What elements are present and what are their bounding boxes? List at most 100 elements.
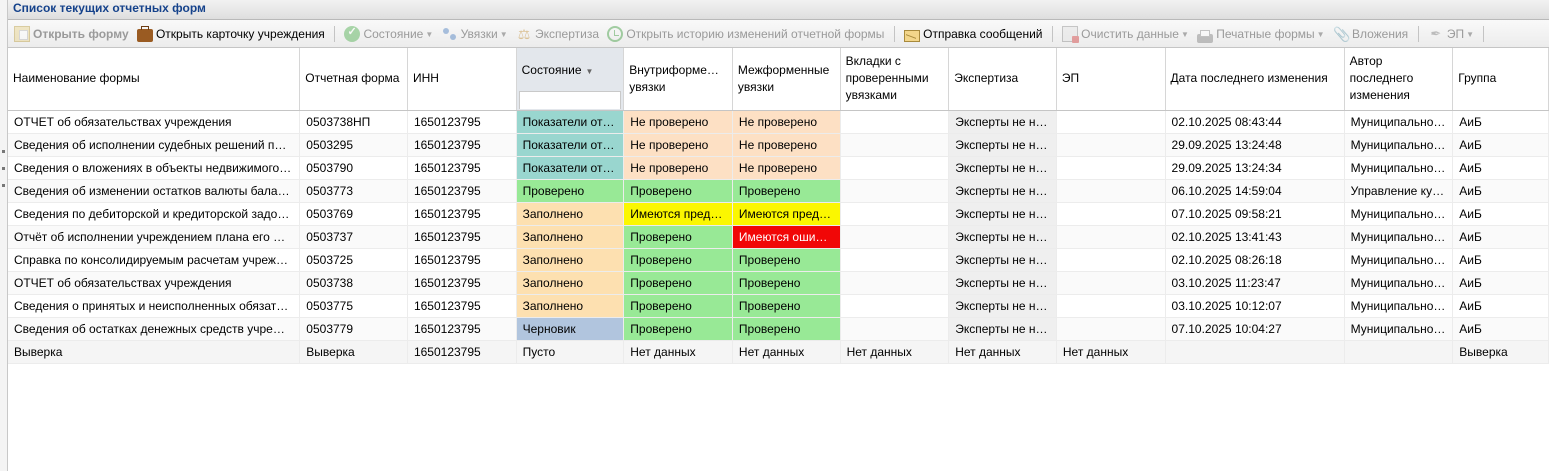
table-row[interactable]: ОТЧЕТ об обязательствах учреждения 05037…: [8, 110, 1549, 134]
cell-expertise: Эксперты не н…: [948, 317, 1057, 341]
cell-group: АиБ: [1452, 294, 1549, 318]
cell-inter-links: Не проверено: [732, 133, 841, 157]
table-row[interactable]: Сведения о принятых и неисполненных обяз…: [8, 294, 1549, 318]
column-header-name[interactable]: Наименование формы: [8, 48, 301, 111]
table-row[interactable]: Сведения об изменении остатков валюты ба…: [8, 179, 1549, 203]
column-header-ep[interactable]: ЭП: [1056, 48, 1166, 111]
toolbar: Открыть форму Открыть карточку учреждени…: [8, 20, 1549, 48]
cell-state: Пусто: [516, 340, 625, 364]
cell-inter-links: Имеются пред…: [732, 202, 841, 226]
table-row[interactable]: ОТЧЕТ об обязательствах учреждения 05037…: [8, 271, 1549, 295]
cell-ep: [1056, 225, 1166, 249]
cell-intra-links: Имеются пред…: [623, 202, 733, 226]
column-header-intra-links[interactable]: Внутриформе… увязки: [623, 48, 733, 111]
cell-checked-tabs: [840, 110, 950, 134]
cell-expertise: Эксперты не н…: [948, 202, 1057, 226]
envelope-icon: [904, 30, 921, 42]
table-row[interactable]: Сведения об остатках денежных средств уч…: [8, 317, 1549, 341]
table-row[interactable]: Сведения об исполнении судебных решений …: [8, 133, 1549, 157]
cell-ep: [1056, 271, 1166, 295]
open-card-button[interactable]: Открыть карточку учреждения: [135, 24, 327, 44]
table-row[interactable]: Отчёт об исполнении учреждением плана ег…: [8, 225, 1549, 249]
ep-menu-button[interactable]: ✒ ЭП ▼: [1426, 24, 1476, 44]
links-icon: [442, 26, 458, 42]
column-header-state[interactable]: Состояние ▼: [516, 48, 625, 111]
attachments-label: Вложения: [1351, 27, 1409, 41]
column-header-expertise[interactable]: Экспертиза: [948, 48, 1057, 111]
cell-checked-tabs: Нет данных: [840, 340, 950, 364]
cell-inn: 1650123795: [407, 156, 517, 180]
toolbar-separator: [1051, 26, 1053, 42]
cell-inn: 1650123795: [407, 271, 517, 295]
toolbar-separator: [1417, 26, 1419, 42]
cell-report-form: 0503769: [299, 202, 408, 226]
attachments-button[interactable]: 📎 Вложения: [1331, 24, 1410, 44]
cell-state: Заполнено: [516, 248, 625, 272]
column-header-label: Отчетная форма: [305, 71, 400, 86]
history-button[interactable]: Открыть историю изменений отчетной формы: [605, 24, 886, 44]
cell-intra-links: Проверено: [623, 317, 733, 341]
forms-grid: Наименование формы Отчетная форма ИНН Со…: [8, 48, 1549, 364]
cell-inter-links: Имеются ошибки: [732, 225, 841, 249]
cell-expertise: Эксперты не н…: [948, 294, 1057, 318]
cell-last-change: 02.10.2025 08:26:18: [1165, 248, 1345, 272]
clear-data-label: Очистить данные: [1081, 27, 1179, 41]
cell-state: Заполнено: [516, 225, 625, 249]
state-menu-button[interactable]: Состояние▼: [342, 24, 435, 44]
cell-checked-tabs: [840, 294, 950, 318]
toolbar-separator: [893, 26, 895, 42]
toolbar-separator: [334, 26, 336, 42]
cell-last-change: 03.10.2025 10:12:07: [1165, 294, 1345, 318]
column-header-author[interactable]: Автор последнего изменения: [1344, 48, 1454, 111]
column-header-inter-links[interactable]: Межформенные увязки: [732, 48, 841, 111]
expertise-button[interactable]: ⚖ Экспертиза: [514, 24, 601, 44]
state-filter-field[interactable]: [518, 91, 622, 109]
cell-last-change: 03.10.2025 11:23:47: [1165, 271, 1345, 295]
cell-intra-links: Не проверено: [623, 156, 733, 180]
cell-group: Выверка: [1452, 340, 1549, 364]
cell-name: Справка по консолидируемым расчетам учре…: [8, 248, 301, 272]
column-header-label: Состояние: [521, 63, 582, 77]
cell-state: Заполнено: [516, 294, 625, 318]
expertise-label: Экспертиза: [535, 27, 599, 41]
table-row[interactable]: Справка по консолидируемым расчетам учре…: [8, 248, 1549, 272]
cell-author: Муниципально…: [1344, 248, 1454, 272]
column-header-checked-tabs[interactable]: Вкладки с проверенными увязками: [840, 48, 950, 111]
column-header-label: Вкладки с: [845, 54, 901, 69]
send-messages-button[interactable]: Отправка сообщений: [902, 24, 1044, 44]
table-row[interactable]: Сведения о вложениях в объекты недвижимо…: [8, 156, 1549, 180]
signature-pen-icon: ✒: [1430, 26, 1442, 41]
cell-state: Показатели от…: [516, 133, 625, 157]
column-header-last-change[interactable]: Дата последнего изменения: [1165, 48, 1345, 111]
cell-name: Сведения о вложениях в объекты недвижимо…: [8, 156, 301, 180]
column-header-label: ИНН: [412, 71, 439, 86]
cell-state: Черновик: [516, 317, 625, 341]
cell-last-change: 02.10.2025 13:41:43: [1165, 225, 1345, 249]
table-row[interactable]: Выверка Выверка 1650123795 Пусто Нет дан…: [8, 340, 1549, 364]
clear-data-button[interactable]: Очистить данные ▼: [1060, 24, 1191, 44]
column-header-report-form[interactable]: Отчетная форма: [299, 48, 408, 111]
cell-inn: 1650123795: [407, 133, 517, 157]
print-forms-button[interactable]: Печатные формы ▼: [1195, 24, 1326, 44]
links-menu-button[interactable]: Увязки ▼: [440, 24, 510, 44]
open-form-button[interactable]: Открыть форму: [12, 24, 131, 44]
links-label: Увязки: [460, 27, 498, 41]
cell-author: Муниципально…: [1344, 225, 1454, 249]
send-messages-label: Отправка сообщений: [923, 27, 1043, 41]
cell-author: Управление ку…: [1344, 179, 1454, 203]
cell-group: АиБ: [1452, 248, 1549, 272]
column-header-inn[interactable]: ИНН: [407, 48, 517, 111]
cell-inter-links: Нет данных: [732, 340, 841, 364]
paperclip-icon: 📎: [1332, 26, 1351, 42]
cell-intra-links: Не проверено: [623, 133, 733, 157]
column-header-group[interactable]: Группа: [1452, 48, 1549, 111]
open-form-label: Открыть форму: [33, 27, 129, 41]
cell-inter-links: Проверено: [732, 294, 841, 318]
column-header-label: ЭП: [1061, 71, 1080, 86]
column-header-label: Межформенные: [737, 62, 830, 77]
table-row[interactable]: Сведения по дебиторской и кредиторской з…: [8, 202, 1549, 226]
check-circle-icon: [344, 25, 361, 42]
cell-last-change: 07.10.2025 10:04:27: [1165, 317, 1345, 341]
cell-author: Муниципально…: [1344, 271, 1454, 295]
cell-inn: 1650123795: [407, 110, 517, 134]
